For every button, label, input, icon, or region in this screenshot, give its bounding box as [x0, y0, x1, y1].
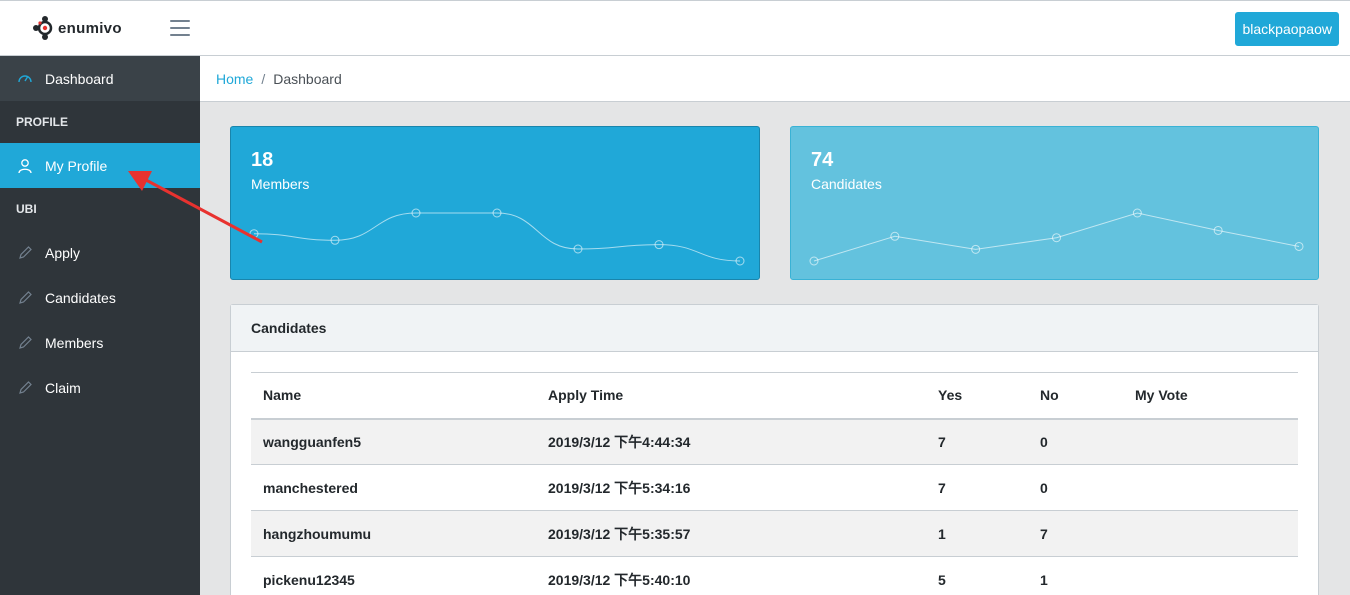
sidebar-section-ubi: UBI: [16, 202, 37, 216]
candidates-stat-card: 74 Candidates: [790, 126, 1319, 280]
no-count: 7: [1028, 510, 1123, 557]
trend-line: [253, 212, 741, 262]
column-header-no: No: [1028, 372, 1123, 420]
apply-time: 2019/3/12 下午5:34:16: [536, 464, 926, 511]
table-header-row: Name Apply Time Yes No My Vote: [251, 372, 1298, 420]
column-header-apply-time: Apply Time: [536, 372, 926, 420]
yes-count: 1: [926, 510, 1028, 557]
table-row: pickenu12345 2019/3/12 下午5:40:10 5 1: [251, 556, 1298, 595]
pencil-icon: [16, 244, 34, 262]
sidebar-item-my-profile[interactable]: My Profile: [0, 143, 200, 188]
my-vote[interactable]: [1123, 418, 1298, 465]
user-icon: [16, 157, 34, 175]
sidebar-item-label: Claim: [45, 379, 81, 396]
sidebar-item-members[interactable]: Members: [0, 320, 200, 365]
pencil-icon: [16, 379, 34, 397]
table-row: manchestered 2019/3/12 下午5:34:16 7 0: [251, 464, 1298, 511]
candidate-name: manchestered: [251, 464, 536, 511]
my-vote[interactable]: [1123, 464, 1298, 511]
enumivo-logo-icon: [33, 16, 53, 40]
candidates-card: Candidates Name Apply Time Yes No My Vot…: [230, 304, 1319, 595]
no-count: 1: [1028, 556, 1123, 595]
candidate-name: wangguanfen5: [251, 418, 536, 465]
table-row: wangguanfen5 2019/3/12 下午4:44:34 7 0: [251, 418, 1298, 465]
members-trend-chart: [249, 208, 745, 266]
trend-line: [813, 212, 1300, 262]
yes-count: 5: [926, 556, 1028, 595]
sidebar-item-candidates[interactable]: Candidates: [0, 275, 200, 320]
sidebar: Dashboard PROFILE My Profile UBI Apply C…: [0, 56, 200, 595]
sidebar-item-label: My Profile: [45, 157, 108, 174]
sidebar-item-label: Candidates: [45, 289, 116, 306]
breadcrumb-home-link[interactable]: Home: [216, 71, 253, 87]
sidebar-section-profile: PROFILE: [16, 115, 69, 129]
sidebar-item-label: Dashboard: [45, 70, 114, 87]
top-navbar: enumivo blackpaopaow: [0, 0, 1350, 56]
speedometer-icon: [16, 70, 34, 88]
apply-time: 2019/3/12 下午5:40:10: [536, 556, 926, 595]
candidates-label: Candidates: [811, 176, 882, 192]
yes-count: 7: [926, 418, 1028, 465]
card-title: Candidates: [231, 305, 1318, 352]
sidebar-item-label: Members: [45, 334, 104, 351]
apply-time: 2019/3/12 下午4:44:34: [536, 418, 926, 465]
breadcrumb-separator: /: [261, 70, 266, 87]
candidate-name: hangzhoumumu: [251, 510, 536, 557]
candidates-trend-chart: [809, 208, 1304, 266]
members-count: 18: [251, 149, 274, 171]
no-count: 0: [1028, 464, 1123, 511]
pencil-icon: [16, 334, 34, 352]
sidebar-item-dashboard[interactable]: Dashboard: [0, 56, 200, 101]
breadcrumb-current: Dashboard: [273, 70, 342, 87]
my-vote[interactable]: [1123, 510, 1298, 557]
sidebar-item-claim[interactable]: Claim: [0, 365, 200, 410]
table-row: hangzhoumumu 2019/3/12 下午5:35:57 1 7: [251, 510, 1298, 557]
my-vote[interactable]: [1123, 556, 1298, 595]
members-label: Members: [251, 176, 310, 192]
brand[interactable]: enumivo: [32, 15, 122, 41]
candidates-table: Name Apply Time Yes No My Vote wangguanf…: [251, 372, 1298, 595]
members-stat-card: 18 Members: [230, 126, 760, 280]
apply-time: 2019/3/12 下午5:35:57: [536, 510, 926, 557]
column-header-my-vote: My Vote: [1123, 372, 1298, 420]
candidates-count: 74: [811, 149, 834, 171]
column-header-yes: Yes: [926, 372, 1028, 420]
user-account-button[interactable]: blackpaopaow: [1235, 12, 1339, 46]
sidebar-item-label: Apply: [45, 244, 81, 261]
breadcrumb: Home / Dashboard: [200, 56, 1350, 102]
candidate-name: pickenu12345: [251, 556, 536, 595]
no-count: 0: [1028, 418, 1123, 465]
brand-name: enumivo: [58, 19, 122, 37]
pencil-icon: [16, 289, 34, 307]
yes-count: 7: [926, 464, 1028, 511]
column-header-name: Name: [251, 372, 536, 420]
sidebar-item-apply[interactable]: Apply: [0, 230, 200, 275]
sidebar-toggle-icon[interactable]: [170, 20, 190, 37]
